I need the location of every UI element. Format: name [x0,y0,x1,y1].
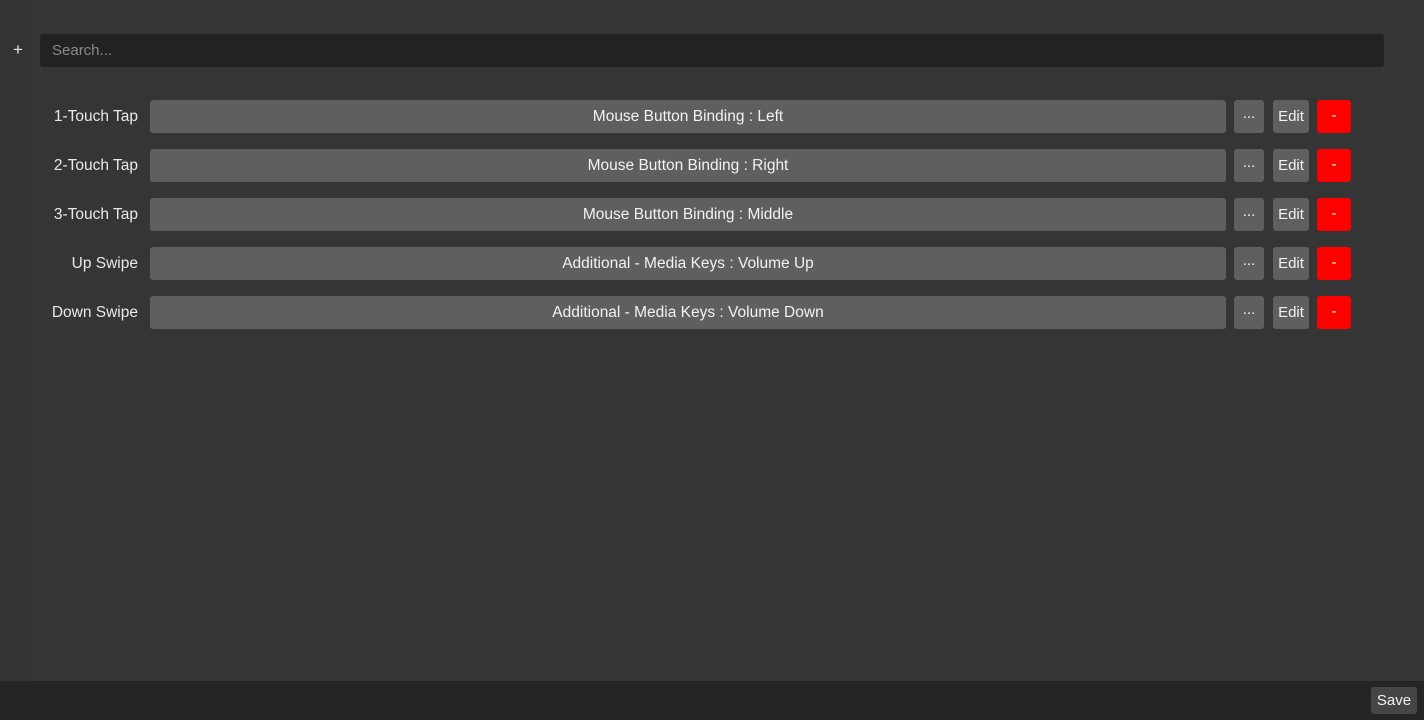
row-label: Down Swipe [51,304,138,321]
add-binding-button[interactable]: + [9,41,27,59]
binding-rows-list: 1-Touch Tap Mouse Button Binding : Left … [32,100,1424,345]
row-actions: ... Edit - [1234,149,1351,182]
edit-button[interactable]: Edit [1273,149,1309,182]
row-label: 3-Touch Tap [53,206,138,223]
more-options-button[interactable]: ... [1234,198,1264,231]
bindings-panel: + 1-Touch Tap Mouse Button Binding : Lef… [13,0,1424,681]
search-field[interactable] [40,34,1384,67]
binding-value[interactable]: Mouse Button Binding : Middle [150,198,1226,231]
row-actions: ... Edit - [1234,247,1351,280]
remove-button[interactable]: - [1317,198,1351,231]
row-label: 1-Touch Tap [53,108,138,125]
app-window: + 1-Touch Tap Mouse Button Binding : Lef… [0,0,1424,720]
table-row: 2-Touch Tap Mouse Button Binding : Right… [32,149,1424,182]
remove-button[interactable]: - [1317,296,1351,329]
remove-button[interactable]: - [1317,149,1351,182]
edit-button[interactable]: Edit [1273,198,1309,231]
binding-value[interactable]: Additional - Media Keys : Volume Down [150,296,1226,329]
more-options-button[interactable]: ... [1234,247,1264,280]
search-row: + [13,34,1424,67]
search-input[interactable] [40,34,1384,67]
edit-button[interactable]: Edit [1273,100,1309,133]
footer-bar: Save [0,681,1424,720]
more-options-button[interactable]: ... [1234,296,1264,329]
row-label: 2-Touch Tap [53,157,138,174]
edit-button[interactable]: Edit [1273,296,1309,329]
table-row: 1-Touch Tap Mouse Button Binding : Left … [32,100,1424,133]
table-row: Up Swipe Additional - Media Keys : Volum… [32,247,1424,280]
more-options-button[interactable]: ... [1234,100,1264,133]
row-actions: ... Edit - [1234,296,1351,329]
table-row: Down Swipe Additional - Media Keys : Vol… [32,296,1424,329]
more-options-button[interactable]: ... [1234,149,1264,182]
binding-value[interactable]: Mouse Button Binding : Right [150,149,1226,182]
remove-button[interactable]: - [1317,247,1351,280]
row-actions: ... Edit - [1234,198,1351,231]
edit-button[interactable]: Edit [1273,247,1309,280]
binding-value[interactable]: Mouse Button Binding : Left [150,100,1226,133]
remove-button[interactable]: - [1317,100,1351,133]
binding-value[interactable]: Additional - Media Keys : Volume Up [150,247,1226,280]
save-button[interactable]: Save [1371,687,1417,714]
table-row: 3-Touch Tap Mouse Button Binding : Middl… [32,198,1424,231]
row-actions: ... Edit - [1234,100,1351,133]
row-label: Up Swipe [71,255,138,272]
